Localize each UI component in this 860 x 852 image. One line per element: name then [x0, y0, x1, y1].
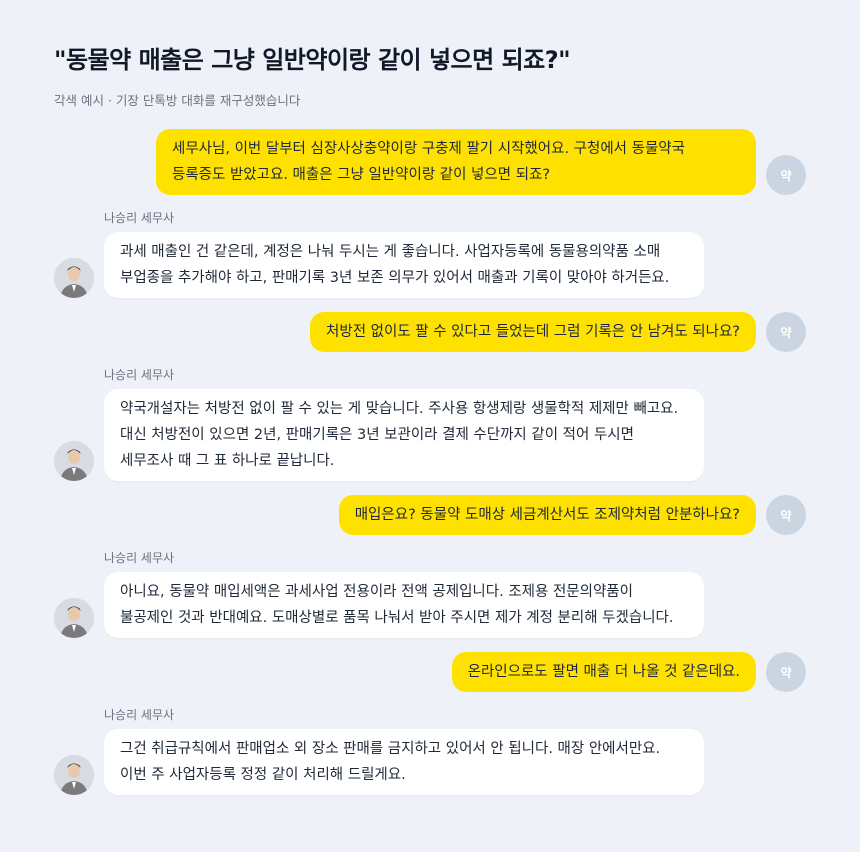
user-avatar: 약 [766, 312, 806, 352]
page-subtitle: 각색 예시 · 기장 단톡방 대화를 재구성했습니다 [54, 93, 301, 108]
sender-name: 나승리 세무사 [104, 368, 175, 382]
accountant-avatar [54, 258, 94, 298]
sender-name: 나승리 세무사 [104, 211, 175, 225]
accountant-message-bubble: 그건 취급규칙에서 판매업소 외 장소 판매를 금지하고 있어서 안 됩니다. … [104, 729, 704, 795]
accountant-message-bubble: 약국개설자는 처방전 없이 팔 수 있는 게 맞습니다. 주사용 항생제랑 생물… [104, 389, 704, 481]
accountant-avatar [54, 755, 94, 795]
user-avatar: 약 [766, 652, 806, 692]
sender-name: 나승리 세무사 [104, 708, 175, 722]
message-row-user: 처방전 없이도 팔 수 있다고 들었는데 그럼 기록은 안 남겨도 되나요? 약 [54, 312, 806, 352]
user-avatar: 약 [766, 155, 806, 195]
message-row-bot: 나승리 세무사 과세 매출인 건 같은데, 계정은 나눠 두시는 게 좋습니다.… [54, 209, 806, 298]
sender-name: 나승리 세무사 [104, 551, 175, 565]
accountant-message-bubble: 아니요, 동물약 매입세액은 과세사업 전용이라 전액 공제입니다. 조제용 전… [104, 572, 704, 638]
message-row-user: 세무사님, 이번 달부터 심장사상충약이랑 구충제 팔기 시작했어요. 구청에서… [54, 129, 806, 195]
message-row-bot: 나승리 세무사 약국개설자는 처방전 없이 팔 수 있는 게 맞습니다. 주사용… [54, 366, 806, 481]
user-message-bubble: 온라인으로도 팔면 매출 더 나올 것 같은데요. [451, 652, 756, 692]
page-title: "동물약 매출은 그냥 일반약이랑 같이 넣으면 되죠?" [54, 46, 571, 74]
chat-page: "동물약 매출은 그냥 일반약이랑 같이 넣으면 되죠?" 각색 예시 · 기장… [0, 0, 860, 852]
user-message-bubble: 처방전 없이도 팔 수 있다고 들었는데 그럼 기록은 안 남겨도 되나요? [310, 312, 756, 352]
accountant-avatar [54, 441, 94, 481]
message-row-user: 매입은요? 동물약 도매상 세금계산서도 조제약처럼 안분하나요? 약 [54, 495, 806, 535]
message-row-bot: 나승리 세무사 아니요, 동물약 매입세액은 과세사업 전용이라 전액 공제입니… [54, 549, 806, 638]
message-row-bot: 나승리 세무사 그건 취급규칙에서 판매업소 외 장소 판매를 금지하고 있어서… [54, 706, 806, 795]
message-row-user: 온라인으로도 팔면 매출 더 나올 것 같은데요. 약 [54, 652, 806, 692]
user-message-bubble: 세무사님, 이번 달부터 심장사상충약이랑 구충제 팔기 시작했어요. 구청에서… [156, 129, 756, 195]
user-message-bubble: 매입은요? 동물약 도매상 세금계산서도 조제약처럼 안분하나요? [338, 495, 756, 535]
accountant-message-bubble: 과세 매출인 건 같은데, 계정은 나눠 두시는 게 좋습니다. 사업자등록에 … [104, 232, 704, 298]
accountant-avatar [54, 598, 94, 638]
user-avatar: 약 [766, 495, 806, 535]
